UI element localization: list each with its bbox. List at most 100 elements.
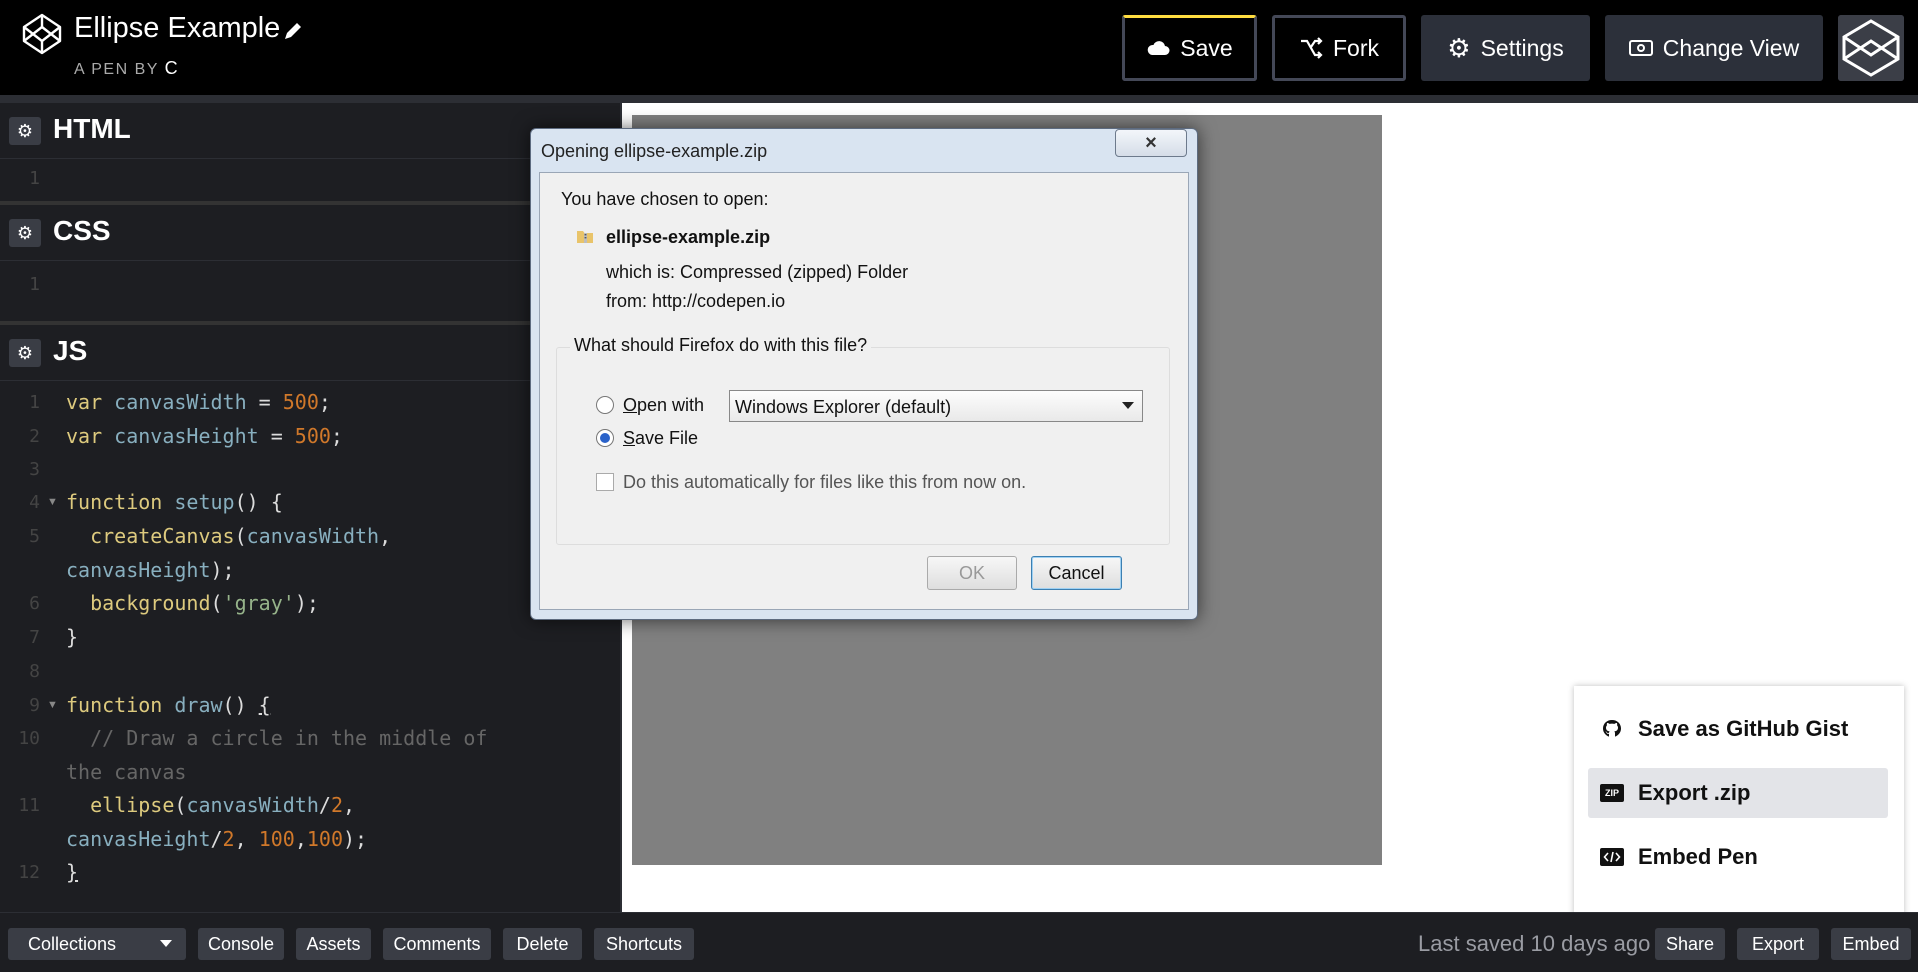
embed-button[interactable]: Embed <box>1831 928 1911 960</box>
js-pane-header: ⚙ JS <box>0 325 600 381</box>
comments-button[interactable]: Comments <box>383 928 491 960</box>
editor-column: ⚙ HTML 1 ⚙ CSS 1 ⚙ JS 1 var canvasWidth … <box>0 103 600 912</box>
which-is-value: Compressed (zipped) Folder <box>680 262 909 282</box>
open-with-label[interactable]: Open with <box>623 395 704 416</box>
header-divider <box>0 95 1918 103</box>
github-icon <box>1600 718 1624 740</box>
pen-title[interactable]: Ellipse Example <box>74 12 280 45</box>
html-settings-gear-icon[interactable]: ⚙ <box>9 117 41 145</box>
chosen-text: You have chosen to open: <box>561 189 769 209</box>
code-line: var canvasWidth = 500; <box>66 390 331 414</box>
js-settings-gear-icon[interactable]: ⚙ <box>9 339 41 367</box>
change-view-button[interactable]: Change View <box>1605 15 1823 81</box>
byline-author[interactable]: C <box>165 58 180 78</box>
code-line: createCanvas(canvasWidth, <box>90 524 392 548</box>
export-menu: Save as GitHub Gist ZIP Export .zip Embe… <box>1574 686 1904 916</box>
line-number: 10 <box>18 728 40 749</box>
fork-label: Fork <box>1333 34 1379 61</box>
assets-button[interactable]: Assets <box>296 928 371 960</box>
line-number: 11 <box>18 795 40 816</box>
pen-byline: A PEN BY C <box>74 58 179 79</box>
export-zip-label: Export .zip <box>1638 780 1751 805</box>
css-editor[interactable]: 1 <box>0 262 600 318</box>
save-as-gist-item[interactable]: Save as GitHub Gist <box>1588 704 1888 754</box>
console-button[interactable]: Console <box>198 928 284 960</box>
code-line: var canvasHeight = 500; <box>66 424 343 448</box>
cloud-icon <box>1147 41 1170 55</box>
user-avatar[interactable] <box>1838 15 1904 81</box>
dialog-title: Opening ellipse-example.zip <box>541 141 768 161</box>
open-with-radio[interactable] <box>596 396 614 414</box>
last-saved-status: Last saved 10 days ago <box>1418 931 1651 956</box>
cancel-button[interactable]: Cancel <box>1031 556 1122 590</box>
code-line: // Draw a circle in the middle of <box>66 726 488 750</box>
which-is-row: which is: Compressed (zipped) Folder <box>606 262 908 283</box>
line-number: 3 <box>29 459 40 480</box>
gear-icon: ⚙ <box>1447 33 1471 63</box>
line-number: 4 <box>29 492 40 513</box>
js-editor[interactable]: 1 var canvasWidth = 500; 2 var canvasHei… <box>0 382 600 912</box>
settings-label: Settings <box>1480 34 1564 61</box>
fork-button[interactable]: Fork <box>1272 15 1406 81</box>
embed-pen-item[interactable]: Embed Pen <box>1588 832 1888 882</box>
html-pane-header: ⚙ HTML <box>0 103 600 159</box>
chevron-down-icon <box>160 940 172 947</box>
code-line: } <box>66 625 79 649</box>
file-name: ellipse-example.zip <box>606 227 771 247</box>
export-zip-item[interactable]: ZIP Export .zip <box>1588 768 1888 818</box>
open-with-value: Windows Explorer (default) <box>735 397 952 417</box>
ok-button[interactable]: OK <box>927 556 1017 590</box>
settings-button[interactable]: ⚙ Settings <box>1421 15 1590 81</box>
header-bar: Ellipse Example A PEN BY C Save Fork ⚙ S… <box>0 0 1918 95</box>
code-line: background('gray'); <box>90 591 319 615</box>
line-number: 1 <box>29 168 40 189</box>
share-button[interactable]: Share <box>1655 928 1725 960</box>
embed-pen-label: Embed Pen <box>1638 844 1758 869</box>
save-file-label[interactable]: Save File <box>623 428 698 449</box>
save-as-gist-label: Save as GitHub Gist <box>1638 716 1849 741</box>
codepen-window: Ellipse Example A PEN BY C Save Fork ⚙ S… <box>0 0 1918 972</box>
avatar-image-icon <box>1838 15 1904 81</box>
css-pane-header: ⚙ CSS <box>0 205 600 261</box>
footer-bar: Collections Console Assets Comments Dele… <box>0 912 1918 972</box>
html-pane-title: HTML <box>53 113 131 144</box>
zip-icon: ZIP <box>1600 782 1624 804</box>
auto-action-label[interactable]: Do this automatically for files like thi… <box>623 472 1026 493</box>
css-settings-gear-icon[interactable]: ⚙ <box>9 219 41 247</box>
collections-dropdown[interactable]: Collections <box>8 928 186 960</box>
html-editor[interactable]: 1 <box>0 160 600 198</box>
code-line: function draw() { <box>66 693 271 717</box>
line-number: 6 <box>29 593 40 614</box>
delete-button[interactable]: Delete <box>503 928 582 960</box>
line-number: 8 <box>29 661 40 682</box>
line-number: 1 <box>29 274 40 295</box>
save-label: Save <box>1180 34 1233 61</box>
js-pane-title: JS <box>53 335 88 366</box>
code-line: } <box>66 860 79 884</box>
code-line: ellipse(canvasWidth/2, <box>90 793 356 817</box>
fold-toggle-icon[interactable]: ▼ <box>47 699 58 711</box>
edit-pencil-icon[interactable] <box>282 20 304 42</box>
codepen-logo-icon[interactable] <box>20 12 64 56</box>
dialog-close-button[interactable]: × <box>1115 129 1187 157</box>
which-is-label: which is: <box>606 262 676 282</box>
line-number: 2 <box>29 426 40 447</box>
save-button[interactable]: Save <box>1122 15 1257 81</box>
collections-label: Collections <box>28 933 117 954</box>
export-button[interactable]: Export <box>1737 928 1819 960</box>
from-value: http://codepen.io <box>652 291 786 311</box>
change-view-label: Change View <box>1662 34 1800 61</box>
code-line: canvasHeight); <box>66 558 235 582</box>
code-line: the canvas <box>66 760 187 784</box>
open-with-select[interactable]: Windows Explorer (default) <box>729 390 1143 422</box>
embed-code-icon <box>1600 846 1624 868</box>
auto-action-checkbox[interactable] <box>596 473 614 491</box>
from-label: from: <box>606 291 648 311</box>
dialog-body: You have chosen to open: ellipse-example… <box>539 172 1189 610</box>
line-number: 12 <box>18 862 40 883</box>
save-file-radio[interactable] <box>596 429 614 447</box>
line-number: 7 <box>29 627 40 648</box>
change-view-icon <box>1628 40 1653 56</box>
shortcuts-button[interactable]: Shortcuts <box>594 928 694 960</box>
fold-toggle-icon[interactable]: ▼ <box>47 496 58 508</box>
